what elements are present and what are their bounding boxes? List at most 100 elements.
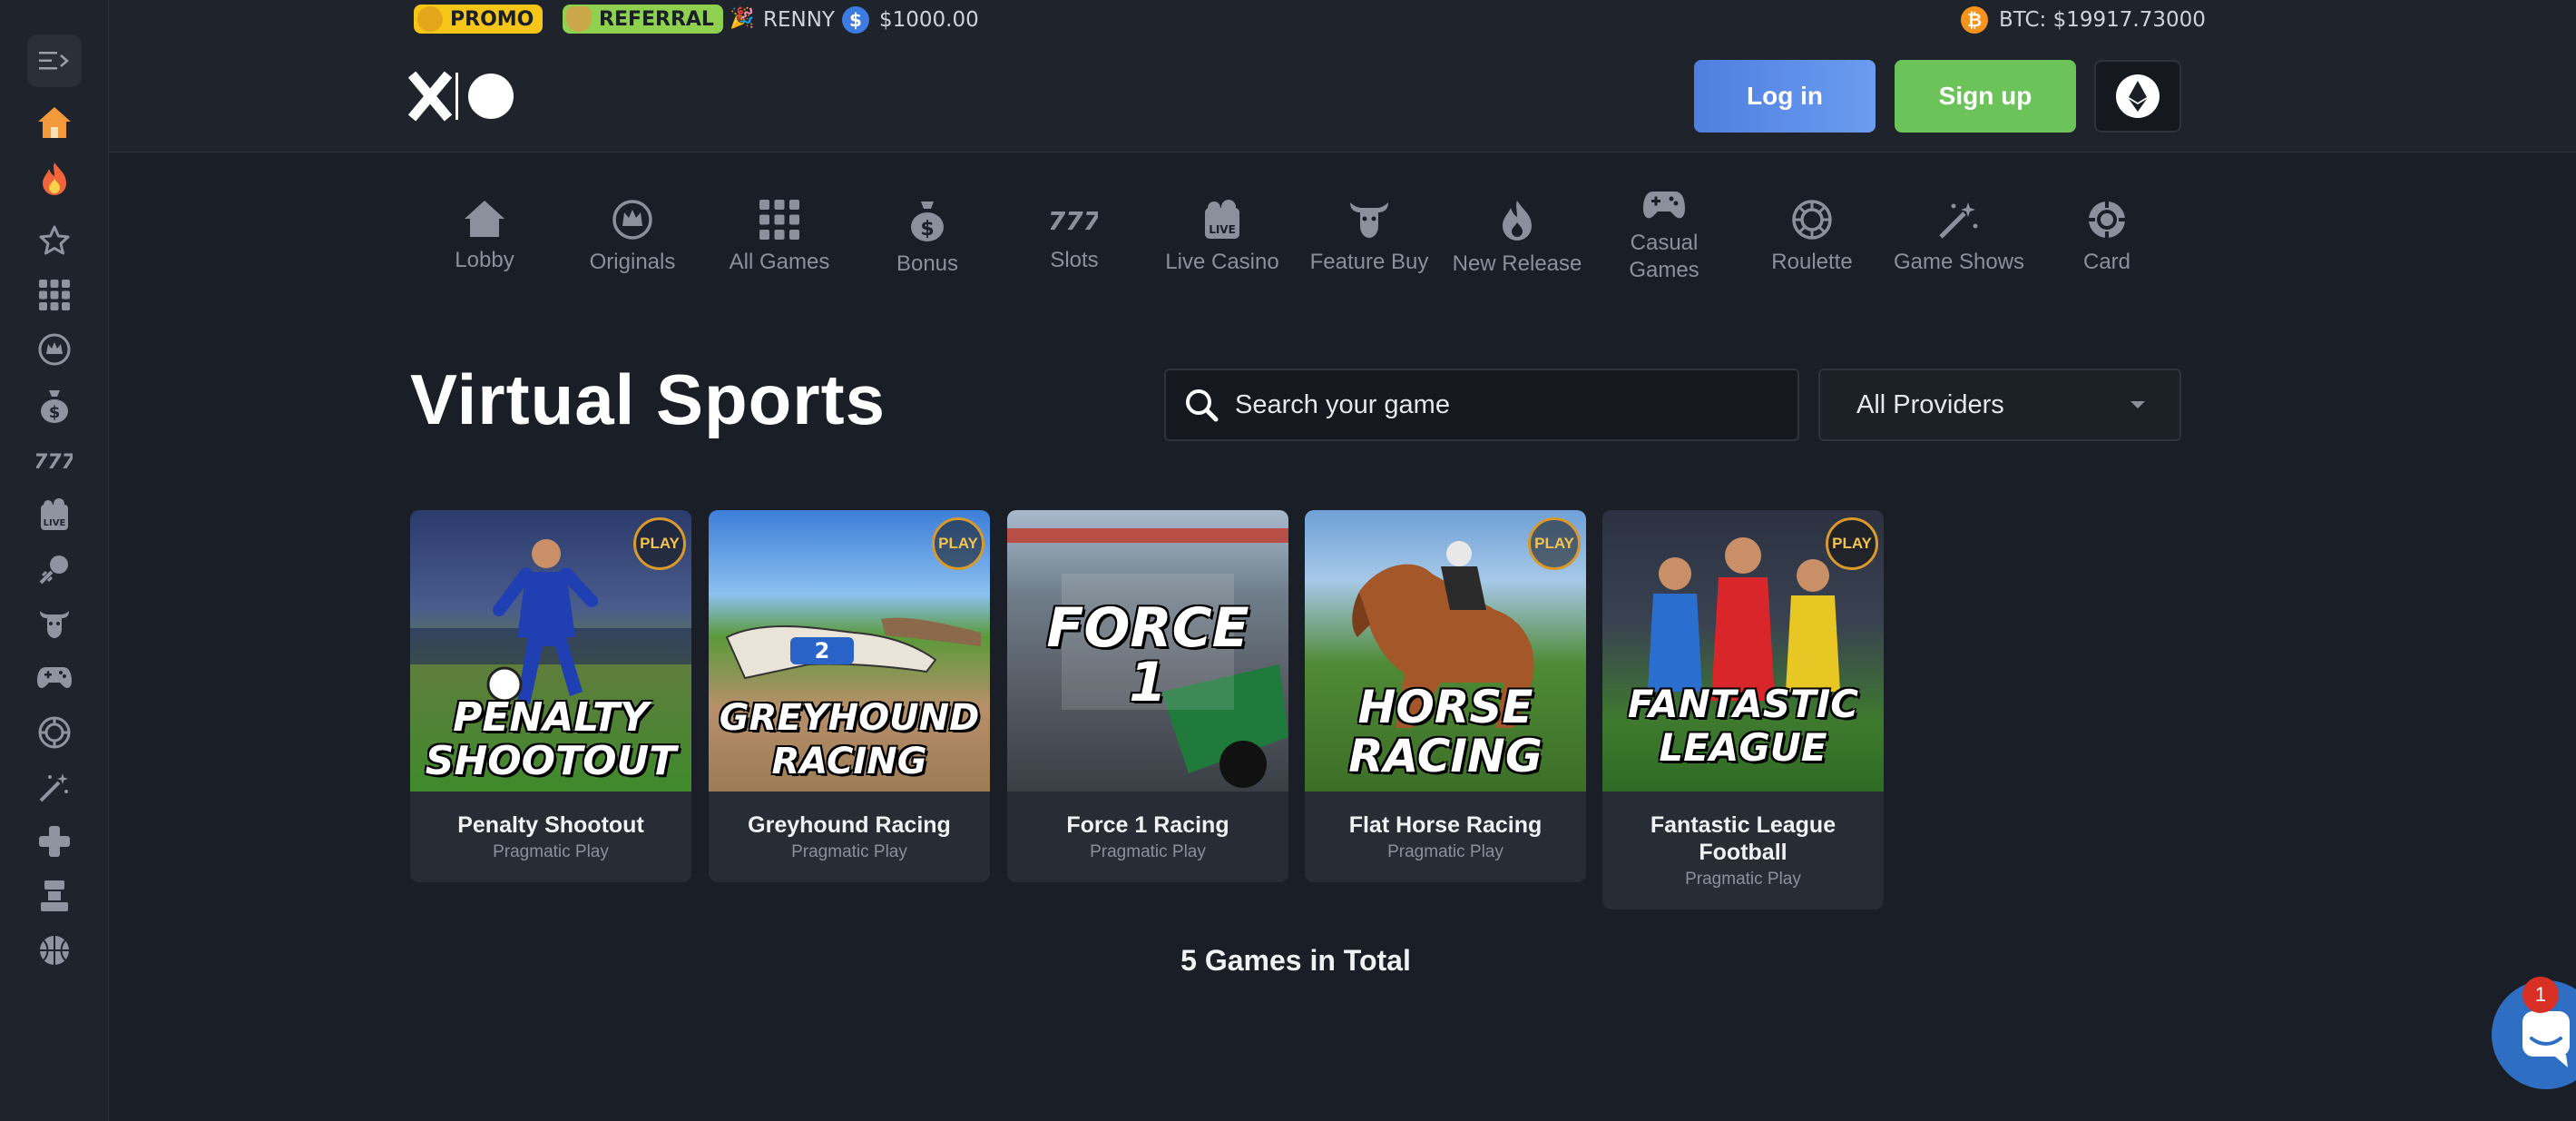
sidebar-hot-icon[interactable] [32, 156, 77, 202]
game-art-title: GREYHOUND RACING [719, 697, 980, 782]
pragmatic-play-badge-icon: PLAY [1528, 517, 1581, 570]
game-thumbnail[interactable]: FANTASTIC LEAGUE PLAY [1602, 510, 1884, 792]
magic-wand-icon [1939, 202, 1978, 239]
category-feature-buy[interactable]: Feature Buy [1297, 186, 1442, 304]
sidebar-favorites-icon[interactable] [32, 218, 77, 263]
category-label: Feature Buy [1309, 250, 1429, 274]
sidebar-casual-games-icon[interactable] [32, 655, 77, 701]
category-casual-games[interactable]: Casual Games [1592, 186, 1737, 304]
category-bonus[interactable]: $ Bonus [855, 186, 1000, 304]
sidebar-tournament-icon[interactable] [32, 873, 77, 919]
category-lobby[interactable]: Lobby [412, 186, 557, 304]
flame-icon [1503, 201, 1532, 241]
category-roulette[interactable]: Roulette [1739, 186, 1885, 304]
sidebar-new-release-icon[interactable] [32, 546, 77, 592]
promo-button[interactable]: PROMO [414, 5, 544, 34]
roulette-icon [1792, 200, 1832, 240]
site-header: Log in Sign up [109, 40, 2576, 152]
category-card[interactable]: Card [2034, 186, 2179, 304]
referral-label: REFERRAL [599, 7, 714, 31]
game-card[interactable]: PENALTY SHOOTOUT PLAY Penalty Shootout Pr… [410, 510, 691, 882]
category-live-casino[interactable]: LIVE Live Casino [1150, 186, 1295, 304]
sidebar-arcade-icon[interactable] [32, 819, 77, 864]
game-thumbnail[interactable]: HORSE RACING PLAY [1305, 510, 1586, 792]
btc-price: BTC: $19917.73000 [1999, 8, 2206, 32]
provider-select[interactable]: All Providers [1818, 369, 2181, 441]
sidebar-slots-icon[interactable]: 777 [32, 438, 77, 483]
house-icon [465, 201, 504, 237]
category-game-shows[interactable]: Game Shows [1886, 186, 2032, 304]
game-thumbnail[interactable]: 2 GREYHOUND RACING PLAY [709, 510, 990, 792]
search-box[interactable] [1164, 369, 1799, 441]
sidebar-roulette-icon[interactable] [32, 710, 77, 755]
bull-icon [1350, 202, 1388, 238]
pragmatic-play-badge-icon: PLAY [633, 517, 686, 570]
game-thumbnail[interactable]: FORCE 1 [1007, 510, 1288, 792]
balance-value: $1000.00 [879, 8, 979, 32]
category-new-release[interactable]: New Release [1445, 186, 1590, 304]
svg-text:777: 777 [36, 451, 73, 474]
games-total-count: 5 Games in Total [1180, 944, 1411, 977]
coin-icon [417, 6, 443, 32]
money-bag-icon [566, 6, 592, 32]
sidebar-live-casino-icon[interactable]: LIVE [32, 492, 77, 537]
category-all-games[interactable]: All Games [707, 186, 852, 304]
category-label: Card [2082, 250, 2131, 274]
referral-button[interactable]: REFERRAL [563, 5, 723, 34]
logo[interactable] [407, 69, 517, 123]
category-label: Slots [1050, 248, 1099, 272]
sidebar-home-icon[interactable] [32, 100, 77, 145]
svg-text:$: $ [49, 403, 61, 422]
chat-widget-button[interactable]: 1 [2492, 977, 2576, 1089]
game-thumbnail[interactable]: PENALTY SHOOTOUT PLAY [410, 510, 691, 792]
game-title: Greyhound Racing [748, 812, 951, 838]
sidebar-game-shows-icon[interactable] [32, 764, 77, 810]
usdc-icon: $ [842, 6, 869, 34]
party-popper-icon: 🎉 [730, 7, 755, 30]
login-button[interactable]: Log in [1694, 60, 1876, 133]
sidebar-all-games-icon[interactable] [32, 272, 77, 318]
sidebar-bonus-icon[interactable]: $ [32, 383, 77, 428]
chevron-down-icon [2130, 401, 2145, 408]
slots-777-icon: 777 [1051, 206, 1098, 236]
signup-button[interactable]: Sign up [1895, 60, 2076, 133]
svg-text:LIVE: LIVE [44, 518, 66, 528]
category-label: Lobby [455, 248, 514, 272]
ethereum-icon [2116, 74, 2160, 118]
sidebar-feature-buy-icon[interactable] [32, 601, 77, 646]
currency-selector[interactable] [2094, 60, 2181, 133]
game-art-title: FORCE 1 [1046, 596, 1249, 714]
category-slots[interactable]: 777 Slots [1002, 186, 1147, 304]
promo-bar: PROMO REFERRAL 🎉 RENNY $ $1000.00 ₿ BTC:… [109, 0, 2576, 40]
game-title: Flat Horse Racing [1348, 812, 1543, 838]
category-label: Game Shows [1893, 250, 2025, 274]
sidebar-toggle-button[interactable] [27, 34, 82, 87]
category-originals[interactable]: Originals [560, 186, 705, 304]
svg-text:$: $ [920, 218, 934, 241]
game-provider: Pragmatic Play [1090, 842, 1206, 861]
game-art-title: HORSE RACING [1348, 681, 1543, 782]
game-card[interactable]: FORCE 1 Force 1 Racing Pragmatic Play [1007, 510, 1288, 882]
search-input[interactable] [1235, 370, 1779, 439]
sidebar-originals-icon[interactable] [32, 327, 77, 372]
search-icon [1186, 389, 1219, 422]
page-title: Virtual Sports [410, 359, 886, 439]
game-provider: Pragmatic Play [1685, 870, 1801, 889]
pragmatic-play-badge-icon: PLAY [932, 517, 984, 570]
xo-logo-icon [407, 71, 514, 122]
pragmatic-play-badge-icon: PLAY [1826, 517, 1878, 570]
category-label: Originals [589, 250, 676, 274]
game-card[interactable]: 2 GREYHOUND RACING PLAY Greyhound Racing … [709, 510, 990, 882]
username[interactable]: RENNY [763, 5, 835, 34]
game-card[interactable]: FANTASTIC LEAGUE PLAY Fantastic League Fo… [1602, 510, 1884, 910]
chat-unread-badge: 1 [2522, 977, 2559, 1013]
live-icon: LIVE [1205, 200, 1239, 239]
svg-text:777: 777 [1051, 206, 1098, 236]
svg-text:2: 2 [815, 638, 830, 664]
category-label: Live Casino [1165, 250, 1279, 274]
poker-chip-icon [2089, 202, 2125, 238]
crown-icon [612, 200, 652, 240]
game-title: Penalty Shootout [457, 812, 644, 838]
game-card[interactable]: HORSE RACING PLAY Flat Horse Racing Pragm… [1305, 510, 1586, 882]
bitcoin-icon: ₿ [1961, 6, 1988, 34]
